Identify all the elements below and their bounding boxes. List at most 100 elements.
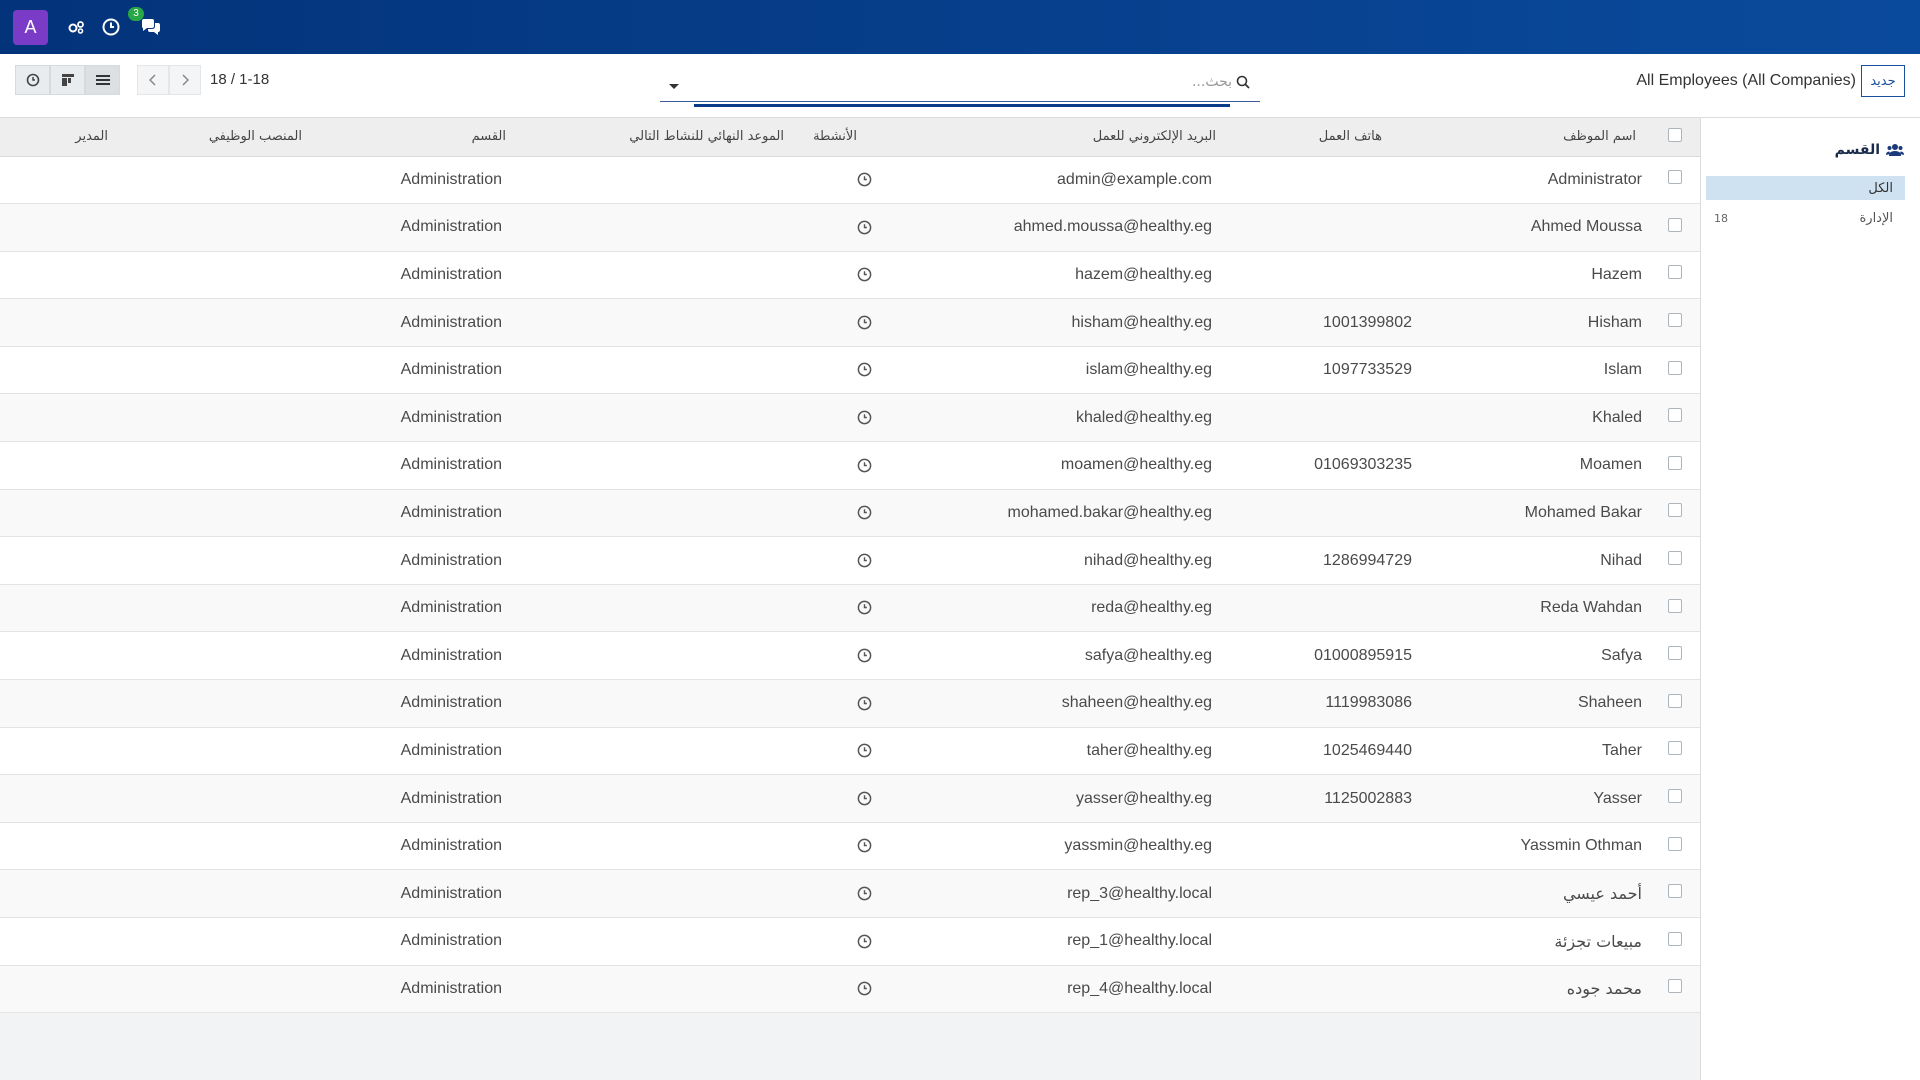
- activity-cell[interactable]: [790, 584, 880, 632]
- activity-clock-icon[interactable]: [857, 315, 872, 330]
- row-checkbox[interactable]: [1668, 741, 1682, 756]
- column-header-work-email[interactable]: البريد الإلكتروني للعمل: [880, 118, 1220, 156]
- activity-clock-icon[interactable]: [857, 410, 872, 425]
- row-checkbox[interactable]: [1668, 598, 1682, 613]
- column-header-job-position[interactable]: المنصب الوظيفي: [130, 118, 310, 156]
- row-checkbox[interactable]: [1668, 931, 1682, 946]
- row-checkbox[interactable]: [1668, 693, 1682, 708]
- kanban-view-button[interactable]: [50, 65, 85, 95]
- column-header-name[interactable]: اسم الموظف: [1420, 118, 1650, 156]
- activity-cell[interactable]: [790, 394, 880, 442]
- column-header-work-phone[interactable]: هاتف العمل: [1220, 118, 1420, 156]
- job-position-cell: [130, 442, 310, 490]
- activity-cell[interactable]: [790, 251, 880, 299]
- table-row[interactable]: Administration rep_3@healthy.local أحمد عي…: [0, 869, 1700, 918]
- activity-cell[interactable]: [790, 537, 880, 585]
- row-checkbox[interactable]: [1668, 551, 1682, 566]
- activity-clock-icon[interactable]: [98, 14, 124, 40]
- table-row[interactable]: Administration mohamed.bakar@healthy.eg Mo…: [0, 489, 1700, 537]
- activity-cell[interactable]: [790, 918, 880, 966]
- activity-clock-icon[interactable]: [857, 505, 872, 520]
- activity-cell[interactable]: [790, 727, 880, 775]
- row-checkbox[interactable]: [1668, 979, 1682, 994]
- side-item-all[interactable]: الكل: [1706, 176, 1905, 200]
- search-input[interactable]: [694, 70, 1232, 94]
- row-checkbox[interactable]: [1668, 217, 1682, 232]
- pager-next-button[interactable]: [169, 65, 201, 95]
- activity-cell[interactable]: [790, 299, 880, 347]
- row-checkbox[interactable]: [1668, 455, 1682, 470]
- department-cell: Administration: [400, 313, 502, 331]
- activity-cell[interactable]: [790, 442, 880, 490]
- column-header-manager[interactable]: المدير: [0, 118, 130, 156]
- table-row[interactable]: Administration hisham@healthy.eg 100139980…: [0, 298, 1700, 347]
- row-select-cell: [1650, 822, 1700, 870]
- select-all-checkbox[interactable]: [1668, 127, 1682, 142]
- activity-cell[interactable]: [790, 204, 880, 252]
- activity-clock-icon[interactable]: [857, 600, 872, 615]
- search-options-toggle[interactable]: [668, 76, 680, 95]
- pager-previous-button[interactable]: [137, 65, 169, 95]
- activity-clock-icon[interactable]: [857, 362, 872, 377]
- activity-clock-icon[interactable]: [857, 934, 872, 949]
- activity-cell[interactable]: [790, 489, 880, 537]
- table-row[interactable]: Administration moamen@healthy.eg 010693032…: [0, 442, 1700, 490]
- table-row[interactable]: Administration islam@healthy.eg 1097733529…: [0, 346, 1700, 394]
- settings-icon[interactable]: [64, 14, 90, 40]
- activity-clock-icon[interactable]: [857, 553, 872, 568]
- row-checkbox[interactable]: [1668, 408, 1682, 423]
- side-item-administration[interactable]: 18 الإدارة: [1706, 206, 1905, 230]
- table-row[interactable]: Administration yasser@healthy.eg 112500288…: [0, 774, 1700, 823]
- table-row[interactable]: Administration rep_1@healthy.local مبيعات …: [0, 918, 1700, 966]
- column-header-activities[interactable]: الأنشطة: [790, 118, 880, 156]
- activity-cell[interactable]: [790, 870, 880, 918]
- activity-clock-icon[interactable]: [857, 743, 872, 758]
- table-row[interactable]: Administration hazem@healthy.eg Hazem: [0, 251, 1700, 299]
- pager-value[interactable]: 18 / 1-18: [210, 71, 269, 88]
- row-checkbox[interactable]: [1668, 503, 1682, 518]
- table-row[interactable]: Administration admin@example.com Administr…: [0, 156, 1700, 204]
- activity-cell[interactable]: [790, 775, 880, 823]
- activity-cell[interactable]: [790, 346, 880, 394]
- user-avatar[interactable]: A: [13, 9, 48, 45]
- table-row[interactable]: Administration shaheen@healthy.eg 11199830…: [0, 679, 1700, 728]
- row-checkbox[interactable]: [1668, 884, 1682, 899]
- search-icon[interactable]: [1236, 74, 1250, 93]
- activity-clock-icon[interactable]: [857, 172, 872, 187]
- column-header-department[interactable]: القسم: [310, 118, 510, 156]
- activity-clock-icon[interactable]: [857, 981, 872, 996]
- activity-clock-icon[interactable]: [857, 696, 872, 711]
- table-row[interactable]: Administration khaled@healthy.eg Khaled: [0, 393, 1700, 442]
- row-checkbox[interactable]: [1668, 265, 1682, 280]
- table-row[interactable]: Administration ahmed.moussa@healthy.eg Ahm…: [0, 203, 1700, 252]
- column-header-next-deadline[interactable]: الموعد النهائي للنشاط التالي: [510, 118, 790, 156]
- row-checkbox[interactable]: [1668, 836, 1682, 851]
- row-checkbox[interactable]: [1668, 313, 1682, 328]
- row-checkbox[interactable]: [1668, 170, 1682, 185]
- new-button[interactable]: جديد: [1861, 65, 1905, 97]
- activity-cell[interactable]: [790, 822, 880, 870]
- chat-icon[interactable]: 3: [128, 7, 168, 40]
- list-view-button[interactable]: [85, 65, 120, 95]
- activity-clock-icon[interactable]: [857, 458, 872, 473]
- table-row[interactable]: Administration taher@healthy.eg 1025469440…: [0, 727, 1700, 775]
- activity-clock-icon[interactable]: [857, 648, 872, 663]
- row-checkbox[interactable]: [1668, 360, 1682, 375]
- row-checkbox[interactable]: [1668, 789, 1682, 804]
- activity-clock-icon[interactable]: [857, 267, 872, 282]
- activity-view-button[interactable]: [15, 65, 50, 95]
- activity-clock-icon[interactable]: [857, 886, 872, 901]
- activity-clock-icon[interactable]: [857, 791, 872, 806]
- activity-clock-icon[interactable]: [857, 220, 872, 235]
- activity-cell[interactable]: [790, 156, 880, 204]
- activity-cell[interactable]: [790, 965, 880, 1013]
- row-checkbox[interactable]: [1668, 646, 1682, 661]
- table-row[interactable]: Administration nihad@healthy.eg 1286994729…: [0, 537, 1700, 585]
- table-row[interactable]: Administration safya@healthy.eg 0100089591…: [0, 632, 1700, 680]
- activity-cell[interactable]: [790, 680, 880, 728]
- table-row[interactable]: Administration reda@healthy.eg Reda Wahdan: [0, 584, 1700, 632]
- activity-cell[interactable]: [790, 632, 880, 680]
- table-row[interactable]: Administration rep_4@healthy.local محمد جو…: [0, 965, 1700, 1013]
- activity-clock-icon[interactable]: [857, 838, 872, 853]
- table-row[interactable]: Administration yassmin@healthy.eg Yassmin …: [0, 822, 1700, 870]
